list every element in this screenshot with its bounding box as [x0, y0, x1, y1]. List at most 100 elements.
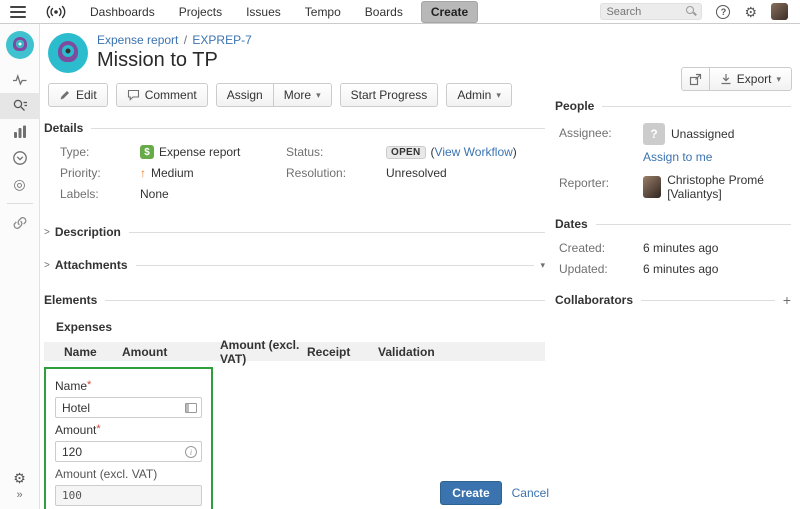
people-section-header: People — [555, 99, 791, 113]
priority-medium-icon: ↑ — [140, 166, 146, 180]
nav-boards[interactable]: Boards — [353, 5, 415, 19]
status-label: Status: — [286, 145, 386, 159]
collaborators-section-header: Collaborators + — [555, 292, 791, 308]
name-field[interactable] — [55, 397, 202, 418]
column-amount-excl-vat: Amount (excl. VAT) — [220, 338, 307, 366]
status-badge: OPEN — [386, 146, 426, 159]
quick-search[interactable] — [600, 3, 702, 20]
attachments-section-header[interactable]: > Attachments ▾ — [44, 258, 545, 272]
comment-button[interactable]: Comment — [116, 83, 208, 107]
dates-section-header: Dates — [555, 217, 791, 231]
view-workflow-link[interactable]: View Workflow — [435, 145, 513, 159]
sidebar-item-issue-navigator[interactable] — [0, 93, 40, 119]
project-sidebar: ◎ ⚙ » — [0, 24, 40, 509]
info-icon: i — [185, 446, 197, 458]
breadcrumb: Expense report / EXPREP-7 — [97, 33, 252, 47]
priority-value: Medium — [151, 166, 194, 180]
admin-gear-icon[interactable]: ⚙ — [744, 5, 757, 19]
column-name: Name — [44, 345, 122, 359]
clock-chevron-icon — [12, 150, 28, 166]
start-progress-button[interactable]: Start Progress — [340, 83, 439, 107]
sidebar-item-tempo[interactable] — [0, 145, 40, 171]
top-navigation-bar: Dashboards Projects Issues Tempo Boards … — [0, 0, 800, 24]
link-icon — [12, 215, 28, 231]
sidebar-collapse-icon[interactable]: » — [12, 485, 26, 505]
pencil-icon — [59, 89, 71, 101]
expense-report-type-icon: $ — [140, 145, 154, 159]
amount-excl-vat-label: Amount (excl. VAT) — [55, 467, 202, 481]
updated-value: 6 minutes ago — [643, 262, 718, 276]
sidebar-item-releases[interactable]: ◎ — [0, 171, 40, 197]
nav-issues[interactable]: Issues — [234, 5, 293, 19]
description-section-header[interactable]: > Description — [44, 225, 545, 239]
target-icon: ◎ — [13, 176, 25, 193]
assignee-label: Assignee: — [559, 123, 643, 140]
created-label: Created: — [559, 241, 643, 255]
attachments-menu-caret-icon[interactable]: ▾ — [540, 260, 545, 271]
breadcrumb-issue-link[interactable]: EXPREP-7 — [192, 33, 251, 47]
chevron-right-icon: > — [44, 260, 50, 271]
sidebar-item-links[interactable] — [0, 210, 40, 236]
edit-button[interactable]: Edit — [48, 83, 108, 107]
create-issue-nav-button[interactable]: Create — [421, 1, 478, 23]
more-dropdown-button[interactable]: More▾ — [273, 83, 332, 107]
add-collaborator-icon[interactable]: + — [783, 292, 791, 308]
expenses-table-header: Name Amount Amount (excl. VAT) Receipt V… — [44, 342, 545, 361]
resolution-label: Resolution: — [286, 166, 386, 180]
issue-toolbar: Edit Comment Assign More▾ Start Progress… — [48, 83, 549, 107]
nav-projects[interactable]: Projects — [167, 5, 234, 19]
column-validation: Validation — [378, 345, 435, 359]
sidebar-item-reports[interactable] — [0, 119, 40, 145]
create-button[interactable]: Create — [440, 481, 501, 505]
expenses-subheading: Expenses — [56, 320, 549, 334]
form-actions: Create Cancel — [44, 481, 549, 505]
issue-type-avatar — [48, 33, 88, 73]
hamburger-menu-icon[interactable] — [10, 3, 26, 21]
comment-bubble-icon — [127, 89, 140, 101]
labels-label: Labels: — [60, 187, 140, 201]
priority-label: Priority: — [60, 166, 140, 180]
sidebar-settings-gear-icon[interactable]: ⚙ — [13, 471, 26, 485]
updated-label: Updated: — [559, 262, 643, 276]
labels-value: None — [140, 187, 169, 201]
chevron-right-icon: > — [44, 227, 50, 238]
search-icon — [686, 6, 697, 17]
type-label: Type: — [60, 145, 140, 159]
created-value: 6 minutes ago — [643, 241, 718, 255]
sidebar-item-activity[interactable] — [0, 67, 40, 93]
page-title: Mission to TP — [97, 49, 252, 72]
elements-section-header: Elements — [44, 293, 545, 307]
type-value: Expense report — [159, 145, 240, 159]
admin-dropdown-button[interactable]: Admin▾ — [446, 83, 512, 107]
field-picker-icon[interactable] — [185, 403, 197, 413]
cancel-link[interactable]: Cancel — [512, 486, 549, 500]
column-amount: Amount — [122, 345, 220, 359]
sidebar-divider — [7, 203, 33, 204]
details-grid: Type: $Expense report Priority: ↑Medium … — [60, 145, 549, 208]
name-field-label: Name* — [55, 379, 202, 393]
help-icon[interactable]: ? — [716, 5, 730, 19]
reporter-label: Reporter: — [559, 173, 643, 190]
issue-view: Expense report / EXPREP-7 Mission to TP … — [41, 24, 800, 509]
search-input[interactable] — [606, 6, 686, 18]
project-avatar[interactable] — [6, 31, 34, 59]
app-logo-icon[interactable] — [44, 4, 68, 20]
nav-dashboards[interactable]: Dashboards — [78, 5, 167, 19]
assign-button[interactable]: Assign — [216, 83, 274, 107]
details-section-header: Details — [44, 121, 545, 135]
breadcrumb-separator: / — [182, 33, 189, 47]
breadcrumb-project-link[interactable]: Expense report — [97, 33, 178, 47]
resolution-value: Unresolved — [386, 166, 447, 180]
assignee-value: Unassigned — [671, 127, 734, 141]
caret-down-icon: ▾ — [496, 90, 501, 101]
assign-to-me-link[interactable]: Assign to me — [643, 150, 712, 164]
reporter-value: Christophe Promé [Valiantys] — [667, 173, 795, 201]
unassigned-avatar: ? — [643, 123, 665, 145]
issue-search-icon — [12, 98, 28, 114]
amount-field[interactable] — [55, 441, 202, 462]
reporter-avatar — [643, 176, 661, 198]
bar-chart-icon — [12, 124, 28, 140]
user-avatar[interactable] — [771, 3, 788, 20]
nav-tempo[interactable]: Tempo — [293, 5, 353, 19]
column-receipt: Receipt — [307, 345, 378, 359]
